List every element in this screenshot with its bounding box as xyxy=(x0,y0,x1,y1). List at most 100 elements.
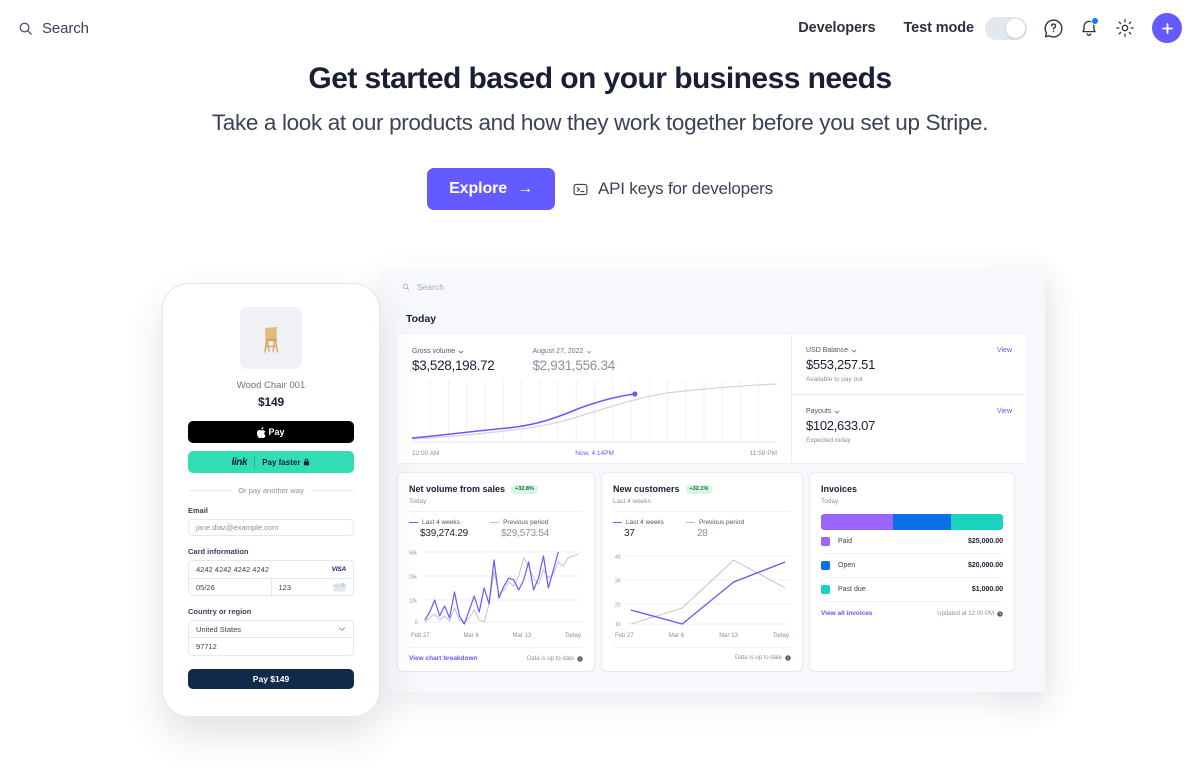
payouts-label-row[interactable]: Payouts xyxy=(806,408,1012,415)
new-customers-badge: +32.1% xyxy=(685,484,713,494)
axis-tick: Today xyxy=(564,633,581,639)
usd-balance-view-link[interactable]: View xyxy=(997,347,1012,354)
divider-line-right xyxy=(310,490,355,491)
card-expiry-field[interactable]: 05/26 xyxy=(189,579,271,595)
dashboard-search[interactable]: Search xyxy=(380,270,1045,292)
gross-volume-panel: Gross volume $3,528,198.72 August 27, 20… xyxy=(398,334,791,463)
usd-balance-label: USD Balance xyxy=(806,347,849,354)
invoices-status: Updated at 12:00 PM xyxy=(937,611,1003,617)
legend-swatch-previous xyxy=(490,521,500,524)
clock-icon xyxy=(997,610,1003,617)
test-mode-switch[interactable] xyxy=(985,16,1027,40)
gear-icon xyxy=(1115,18,1135,38)
search-label: Search xyxy=(42,19,89,37)
net-volume-chart: 50k 25k 12k 0 xyxy=(409,548,583,632)
product-mockup: + Search Today xyxy=(0,270,1200,772)
country-value: United States xyxy=(196,624,242,634)
invoice-label-paid: Paid xyxy=(838,538,853,545)
top-navigation-bar: Search Developers Test mode xyxy=(0,0,1200,56)
developers-link[interactable]: Developers xyxy=(784,20,889,36)
axis-tick: Today xyxy=(772,633,789,639)
card-back-icon xyxy=(333,582,346,592)
link-pay-button[interactable]: link Pay faster xyxy=(188,451,354,473)
usd-balance-label-row[interactable]: USD Balance xyxy=(806,347,1012,354)
create-new-button[interactable] xyxy=(1152,13,1182,43)
new-customers-card: New customers +32.1% Last 4 weeks Last 4… xyxy=(602,473,802,671)
chevron-down-icon xyxy=(851,348,857,354)
settings-button[interactable] xyxy=(1107,10,1143,46)
alternative-payment-divider: Or pay another way xyxy=(188,486,355,495)
net-volume-title: Net volume from sales xyxy=(409,484,506,494)
notifications-button[interactable] xyxy=(1071,10,1107,46)
country-select[interactable]: United States xyxy=(188,620,354,638)
search-icon xyxy=(402,283,410,291)
axis-tick: Mar 6 xyxy=(463,633,479,639)
svg-text:0: 0 xyxy=(415,620,418,626)
dashboard-window: Search Today Gross volume $3,528,198.72 … xyxy=(380,270,1045,692)
switch-knob xyxy=(1006,18,1025,38)
axis-tick: Feb 27 xyxy=(411,633,430,639)
card-cvc-value: 123 xyxy=(278,582,292,592)
gross-volume-value: $3,528,198.72 xyxy=(412,358,495,373)
view-all-invoices-link[interactable]: View all invoices xyxy=(821,610,873,617)
invoices-title: Invoices xyxy=(821,484,858,494)
postal-code-field[interactable]: 97712 xyxy=(188,638,354,656)
color-swatch-open xyxy=(821,561,830,570)
svg-text:10: 10 xyxy=(615,622,621,628)
gross-volume-compare: August 27, 2022 $2,931,556.34 xyxy=(532,348,615,373)
gross-volume-compare-label-row[interactable]: August 27, 2022 xyxy=(532,348,614,355)
hero-actions: Explore → API keys for developers xyxy=(0,168,1200,210)
card-number-field[interactable]: 4242 4242 4242 4242 VISA xyxy=(189,561,353,578)
card-cvc-field[interactable]: 123 xyxy=(270,579,354,595)
axis-tick: Mar 13 xyxy=(719,633,738,639)
gross-volume-header: Gross volume $3,528,198.72 August 27, 20… xyxy=(412,348,777,373)
api-keys-link[interactable]: API keys for developers xyxy=(573,179,773,199)
axis-tick-now: Now, 4:14PM xyxy=(575,450,614,457)
divider-label: Or pay another way xyxy=(238,486,304,495)
usd-balance-block: USD Balance $553,257.51 Available to pay… xyxy=(792,334,1026,394)
view-chart-breakdown-link[interactable]: View chart breakdown xyxy=(409,655,478,662)
invoice-row-open: Open $20,000.00 xyxy=(821,554,1003,578)
legend-swatch-previous xyxy=(685,521,695,524)
api-keys-link-label: API keys for developers xyxy=(597,179,773,198)
new-customers-status: Data is up to date xyxy=(735,655,791,661)
new-customers-chart: 40 30 20 10 xyxy=(613,548,791,632)
axis-tick-end: 11:59 PM xyxy=(749,450,777,457)
svg-text:12k: 12k xyxy=(409,598,417,604)
axis-tick-start: 12:00 AM xyxy=(412,450,440,457)
invoice-label-past-due: Past due xyxy=(838,586,866,593)
phone-checkout-mockup: Wood Chair 001 $149 Pay link Pay faster xyxy=(163,284,379,716)
gross-volume-label-row[interactable]: Gross volume xyxy=(412,348,494,355)
pay-button[interactable]: Pay $149 xyxy=(188,669,354,689)
explore-button[interactable]: Explore → xyxy=(427,168,555,210)
legend-swatch-current xyxy=(613,521,622,524)
invoices-stacked-bar xyxy=(821,514,1003,530)
new-customers-status-label: Data is up to date xyxy=(734,655,782,661)
new-customers-value-current: 37 xyxy=(624,528,635,539)
payouts-label: Payouts xyxy=(806,408,832,415)
link-tagline-wrap: Pay faster xyxy=(262,458,310,467)
invoices-footer: View all invoices Updated at 12:00 PM xyxy=(821,604,1003,617)
email-field[interactable]: jane.diaz@example.com xyxy=(188,519,354,536)
terminal-icon xyxy=(573,182,588,197)
new-customers-legend: Last 4 weeks 37 Previous period 28 xyxy=(613,519,791,539)
gross-volume-label: Gross volume xyxy=(412,348,456,355)
apple-pay-button[interactable]: Pay xyxy=(188,421,354,443)
search-icon xyxy=(18,21,33,36)
lock-icon xyxy=(303,458,310,466)
divider xyxy=(254,456,256,468)
checkout-form: Wood Chair 001 $149 Pay link Pay faster xyxy=(168,289,374,711)
net-volume-value-current: $39,274.29 xyxy=(420,528,469,539)
legend-label-previous: Previous period xyxy=(503,519,549,526)
plus-icon xyxy=(1160,21,1175,36)
stack-segment-paid xyxy=(821,514,894,530)
svg-text:40: 40 xyxy=(615,554,621,560)
global-search[interactable]: Search xyxy=(18,20,89,37)
question-circle-icon xyxy=(1043,18,1064,39)
test-mode-label: Test mode xyxy=(903,20,974,36)
help-button[interactable] xyxy=(1035,10,1071,46)
invoice-row-past-due: Past due $1,000.00 xyxy=(821,578,1003,602)
payouts-view-link[interactable]: View xyxy=(997,408,1012,415)
link-brand-label: link xyxy=(231,456,248,468)
net-volume-legend: Last 4 weeks $39,274.29 Previous period … xyxy=(409,519,583,539)
